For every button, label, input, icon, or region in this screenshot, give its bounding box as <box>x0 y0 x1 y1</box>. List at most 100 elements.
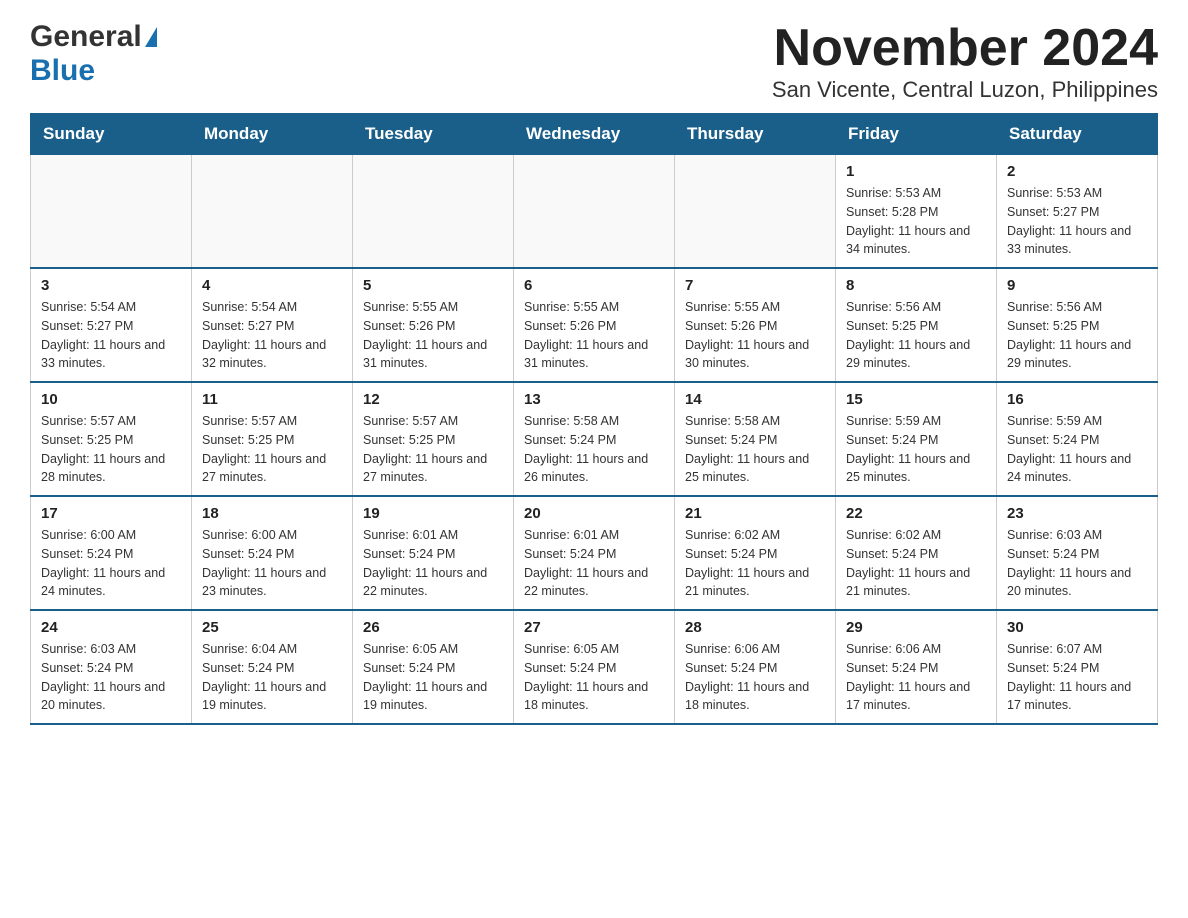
day-number: 15 <box>846 391 986 408</box>
day-detail: Sunrise: 6:03 AMSunset: 5:24 PMDaylight:… <box>1007 526 1147 601</box>
logo-general-text: General <box>30 20 142 54</box>
day-number: 21 <box>685 505 825 522</box>
day-detail: Sunrise: 6:01 AMSunset: 5:24 PMDaylight:… <box>524 526 664 601</box>
logo-triangle-icon <box>145 27 157 47</box>
weekday-header-thursday: Thursday <box>675 114 836 155</box>
calendar-cell: 1Sunrise: 5:53 AMSunset: 5:28 PMDaylight… <box>836 155 997 269</box>
day-number: 25 <box>202 619 342 636</box>
day-number: 20 <box>524 505 664 522</box>
day-number: 18 <box>202 505 342 522</box>
weekday-header-sunday: Sunday <box>31 114 192 155</box>
day-detail: Sunrise: 6:00 AMSunset: 5:24 PMDaylight:… <box>202 526 342 601</box>
day-number: 22 <box>846 505 986 522</box>
day-number: 30 <box>1007 619 1147 636</box>
calendar-cell <box>514 155 675 269</box>
calendar-cell: 20 Sunrise: 6:01 AMSunset: 5:24 PMDayligh… <box>514 496 675 610</box>
calendar-cell: 11Sunrise: 5:57 AMSunset: 5:25 PMDayligh… <box>192 382 353 496</box>
calendar-cell: 22 Sunrise: 6:02 AMSunset: 5:24 PMDayligh… <box>836 496 997 610</box>
day-detail: Sunrise: 6:05 AMSunset: 5:24 PMDaylight:… <box>524 640 664 715</box>
day-detail: Sunrise: 6:01 AMSunset: 5:24 PMDaylight:… <box>363 526 503 601</box>
day-detail: Sunrise: 6:03 AMSunset: 5:24 PMDaylight:… <box>41 640 181 715</box>
calendar-cell: 29 Sunrise: 6:06 AMSunset: 5:24 PMDayligh… <box>836 610 997 724</box>
day-number: 14 <box>685 391 825 408</box>
calendar-cell: 26 Sunrise: 6:05 AMSunset: 5:24 PMDayligh… <box>353 610 514 724</box>
calendar-cell: 17Sunrise: 6:00 AMSunset: 5:24 PMDayligh… <box>31 496 192 610</box>
calendar-cell <box>675 155 836 269</box>
calendar-cell: 10Sunrise: 5:57 AMSunset: 5:25 PMDayligh… <box>31 382 192 496</box>
day-detail: Sunrise: 5:54 AMSunset: 5:27 PMDaylight:… <box>41 298 181 373</box>
calendar-cell: 24Sunrise: 6:03 AMSunset: 5:24 PMDayligh… <box>31 610 192 724</box>
day-detail: Sunrise: 5:55 AMSunset: 5:26 PMDaylight:… <box>685 298 825 373</box>
day-detail: Sunrise: 5:59 AMSunset: 5:24 PMDaylight:… <box>846 412 986 487</box>
day-detail: Sunrise: 5:58 AMSunset: 5:24 PMDaylight:… <box>685 412 825 487</box>
day-number: 27 <box>524 619 664 636</box>
day-detail: Sunrise: 5:53 AMSunset: 5:27 PMDaylight:… <box>1007 184 1147 259</box>
calendar-week-row: 1Sunrise: 5:53 AMSunset: 5:28 PMDaylight… <box>31 155 1158 269</box>
day-number: 8 <box>846 277 986 294</box>
day-detail: Sunrise: 5:56 AMSunset: 5:25 PMDaylight:… <box>1007 298 1147 373</box>
day-detail: Sunrise: 5:58 AMSunset: 5:24 PMDaylight:… <box>524 412 664 487</box>
calendar-cell: 30 Sunrise: 6:07 AMSunset: 5:24 PMDayligh… <box>997 610 1158 724</box>
calendar-cell: 21Sunrise: 6:02 AMSunset: 5:24 PMDayligh… <box>675 496 836 610</box>
day-number: 11 <box>202 391 342 408</box>
day-number: 3 <box>41 277 181 294</box>
day-detail: Sunrise: 5:56 AMSunset: 5:25 PMDaylight:… <box>846 298 986 373</box>
weekday-header-saturday: Saturday <box>997 114 1158 155</box>
calendar-cell: 9 Sunrise: 5:56 AMSunset: 5:25 PMDaylight… <box>997 268 1158 382</box>
calendar-cell: 5 Sunrise: 5:55 AMSunset: 5:26 PMDaylight… <box>353 268 514 382</box>
calendar-cell: 25 Sunrise: 6:04 AMSunset: 5:24 PMDayligh… <box>192 610 353 724</box>
calendar-cell: 12Sunrise: 5:57 AMSunset: 5:25 PMDayligh… <box>353 382 514 496</box>
day-number: 7 <box>685 277 825 294</box>
weekday-header-friday: Friday <box>836 114 997 155</box>
calendar-cell: 15 Sunrise: 5:59 AMSunset: 5:24 PMDayligh… <box>836 382 997 496</box>
title-block: November 2024 San Vicente, Central Luzon… <box>772 20 1158 103</box>
calendar-week-row: 10Sunrise: 5:57 AMSunset: 5:25 PMDayligh… <box>31 382 1158 496</box>
calendar-cell: 3 Sunrise: 5:54 AMSunset: 5:27 PMDaylight… <box>31 268 192 382</box>
day-detail: Sunrise: 5:55 AMSunset: 5:26 PMDaylight:… <box>524 298 664 373</box>
calendar-cell: 7 Sunrise: 5:55 AMSunset: 5:26 PMDaylight… <box>675 268 836 382</box>
day-detail: Sunrise: 5:55 AMSunset: 5:26 PMDaylight:… <box>363 298 503 373</box>
calendar-header-row: SundayMondayTuesdayWednesdayThursdayFrid… <box>31 114 1158 155</box>
day-number: 6 <box>524 277 664 294</box>
day-number: 26 <box>363 619 503 636</box>
day-detail: Sunrise: 5:57 AMSunset: 5:25 PMDaylight:… <box>41 412 181 487</box>
day-detail: Sunrise: 6:07 AMSunset: 5:24 PMDaylight:… <box>1007 640 1147 715</box>
day-number: 16 <box>1007 391 1147 408</box>
day-detail: Sunrise: 5:59 AMSunset: 5:24 PMDaylight:… <box>1007 412 1147 487</box>
day-number: 12 <box>363 391 503 408</box>
calendar-cell: 13Sunrise: 5:58 AMSunset: 5:24 PMDayligh… <box>514 382 675 496</box>
day-detail: Sunrise: 6:02 AMSunset: 5:24 PMDaylight:… <box>846 526 986 601</box>
calendar-cell: 14 Sunrise: 5:58 AMSunset: 5:24 PMDayligh… <box>675 382 836 496</box>
logo-blue-text: Blue <box>30 54 95 87</box>
page-title: November 2024 <box>772 20 1158 77</box>
calendar-cell: 4 Sunrise: 5:54 AMSunset: 5:27 PMDaylight… <box>192 268 353 382</box>
calendar-cell <box>353 155 514 269</box>
calendar-cell: 28Sunrise: 6:06 AMSunset: 5:24 PMDayligh… <box>675 610 836 724</box>
day-detail: Sunrise: 5:53 AMSunset: 5:28 PMDaylight:… <box>846 184 986 259</box>
day-number: 5 <box>363 277 503 294</box>
calendar-cell: 18 Sunrise: 6:00 AMSunset: 5:24 PMDayligh… <box>192 496 353 610</box>
day-detail: Sunrise: 5:54 AMSunset: 5:27 PMDaylight:… <box>202 298 342 373</box>
calendar-cell: 27 Sunrise: 6:05 AMSunset: 5:24 PMDayligh… <box>514 610 675 724</box>
day-number: 4 <box>202 277 342 294</box>
day-number: 9 <box>1007 277 1147 294</box>
day-number: 19 <box>363 505 503 522</box>
day-detail: Sunrise: 6:04 AMSunset: 5:24 PMDaylight:… <box>202 640 342 715</box>
calendar-cell: 16 Sunrise: 5:59 AMSunset: 5:24 PMDayligh… <box>997 382 1158 496</box>
page-header: General Blue November 2024 San Vicente, … <box>30 20 1158 103</box>
calendar-cell: 19 Sunrise: 6:01 AMSunset: 5:24 PMDayligh… <box>353 496 514 610</box>
calendar-week-row: 24Sunrise: 6:03 AMSunset: 5:24 PMDayligh… <box>31 610 1158 724</box>
day-number: 17 <box>41 505 181 522</box>
day-number: 29 <box>846 619 986 636</box>
calendar-cell <box>192 155 353 269</box>
calendar-week-row: 3 Sunrise: 5:54 AMSunset: 5:27 PMDaylight… <box>31 268 1158 382</box>
calendar-week-row: 17 Sunrise: 6:00 AMSunset: 5:24 PMDayligh… <box>31 496 1158 610</box>
day-detail: Sunrise: 6:05 AMSunset: 5:24 PMDaylight:… <box>363 640 503 715</box>
calendar-table: SundayMondayTuesdayWednesdayThursdayFrid… <box>30 113 1158 725</box>
day-number: 23 <box>1007 505 1147 522</box>
calendar-cell: 23 Sunrise: 6:03 AMSunset: 5:24 PMDayligh… <box>997 496 1158 610</box>
weekday-header-wednesday: Wednesday <box>514 114 675 155</box>
day-detail: Sunrise: 6:06 AMSunset: 5:24 PMDaylight:… <box>846 640 986 715</box>
calendar-cell: 2Sunrise: 5:53 AMSunset: 5:27 PMDaylight… <box>997 155 1158 269</box>
weekday-header-tuesday: Tuesday <box>353 114 514 155</box>
